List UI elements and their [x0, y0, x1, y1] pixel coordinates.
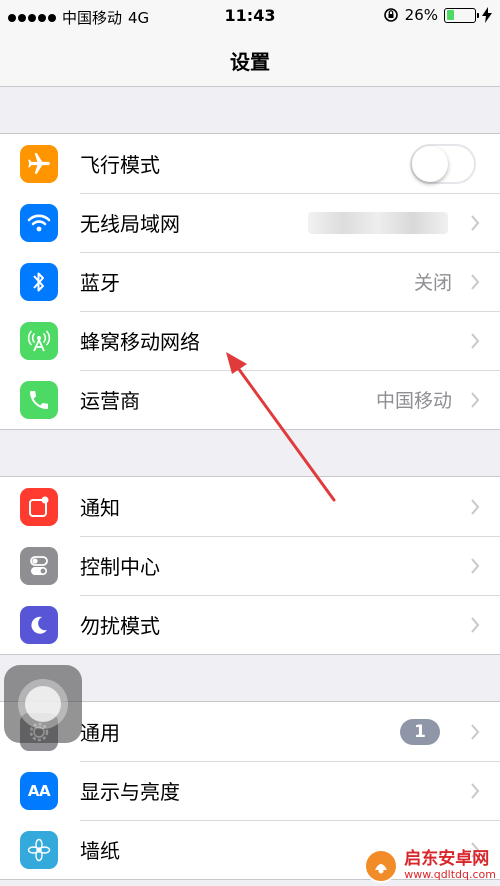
watermark: 启东安卓网 www.qdltdq.com	[364, 849, 496, 883]
watermark-url: www.qdltdq.com	[404, 868, 496, 882]
watermark-logo-icon	[364, 849, 399, 883]
annotation-arrow	[226, 352, 336, 502]
watermark-name: 启东安卓网	[404, 849, 490, 870]
